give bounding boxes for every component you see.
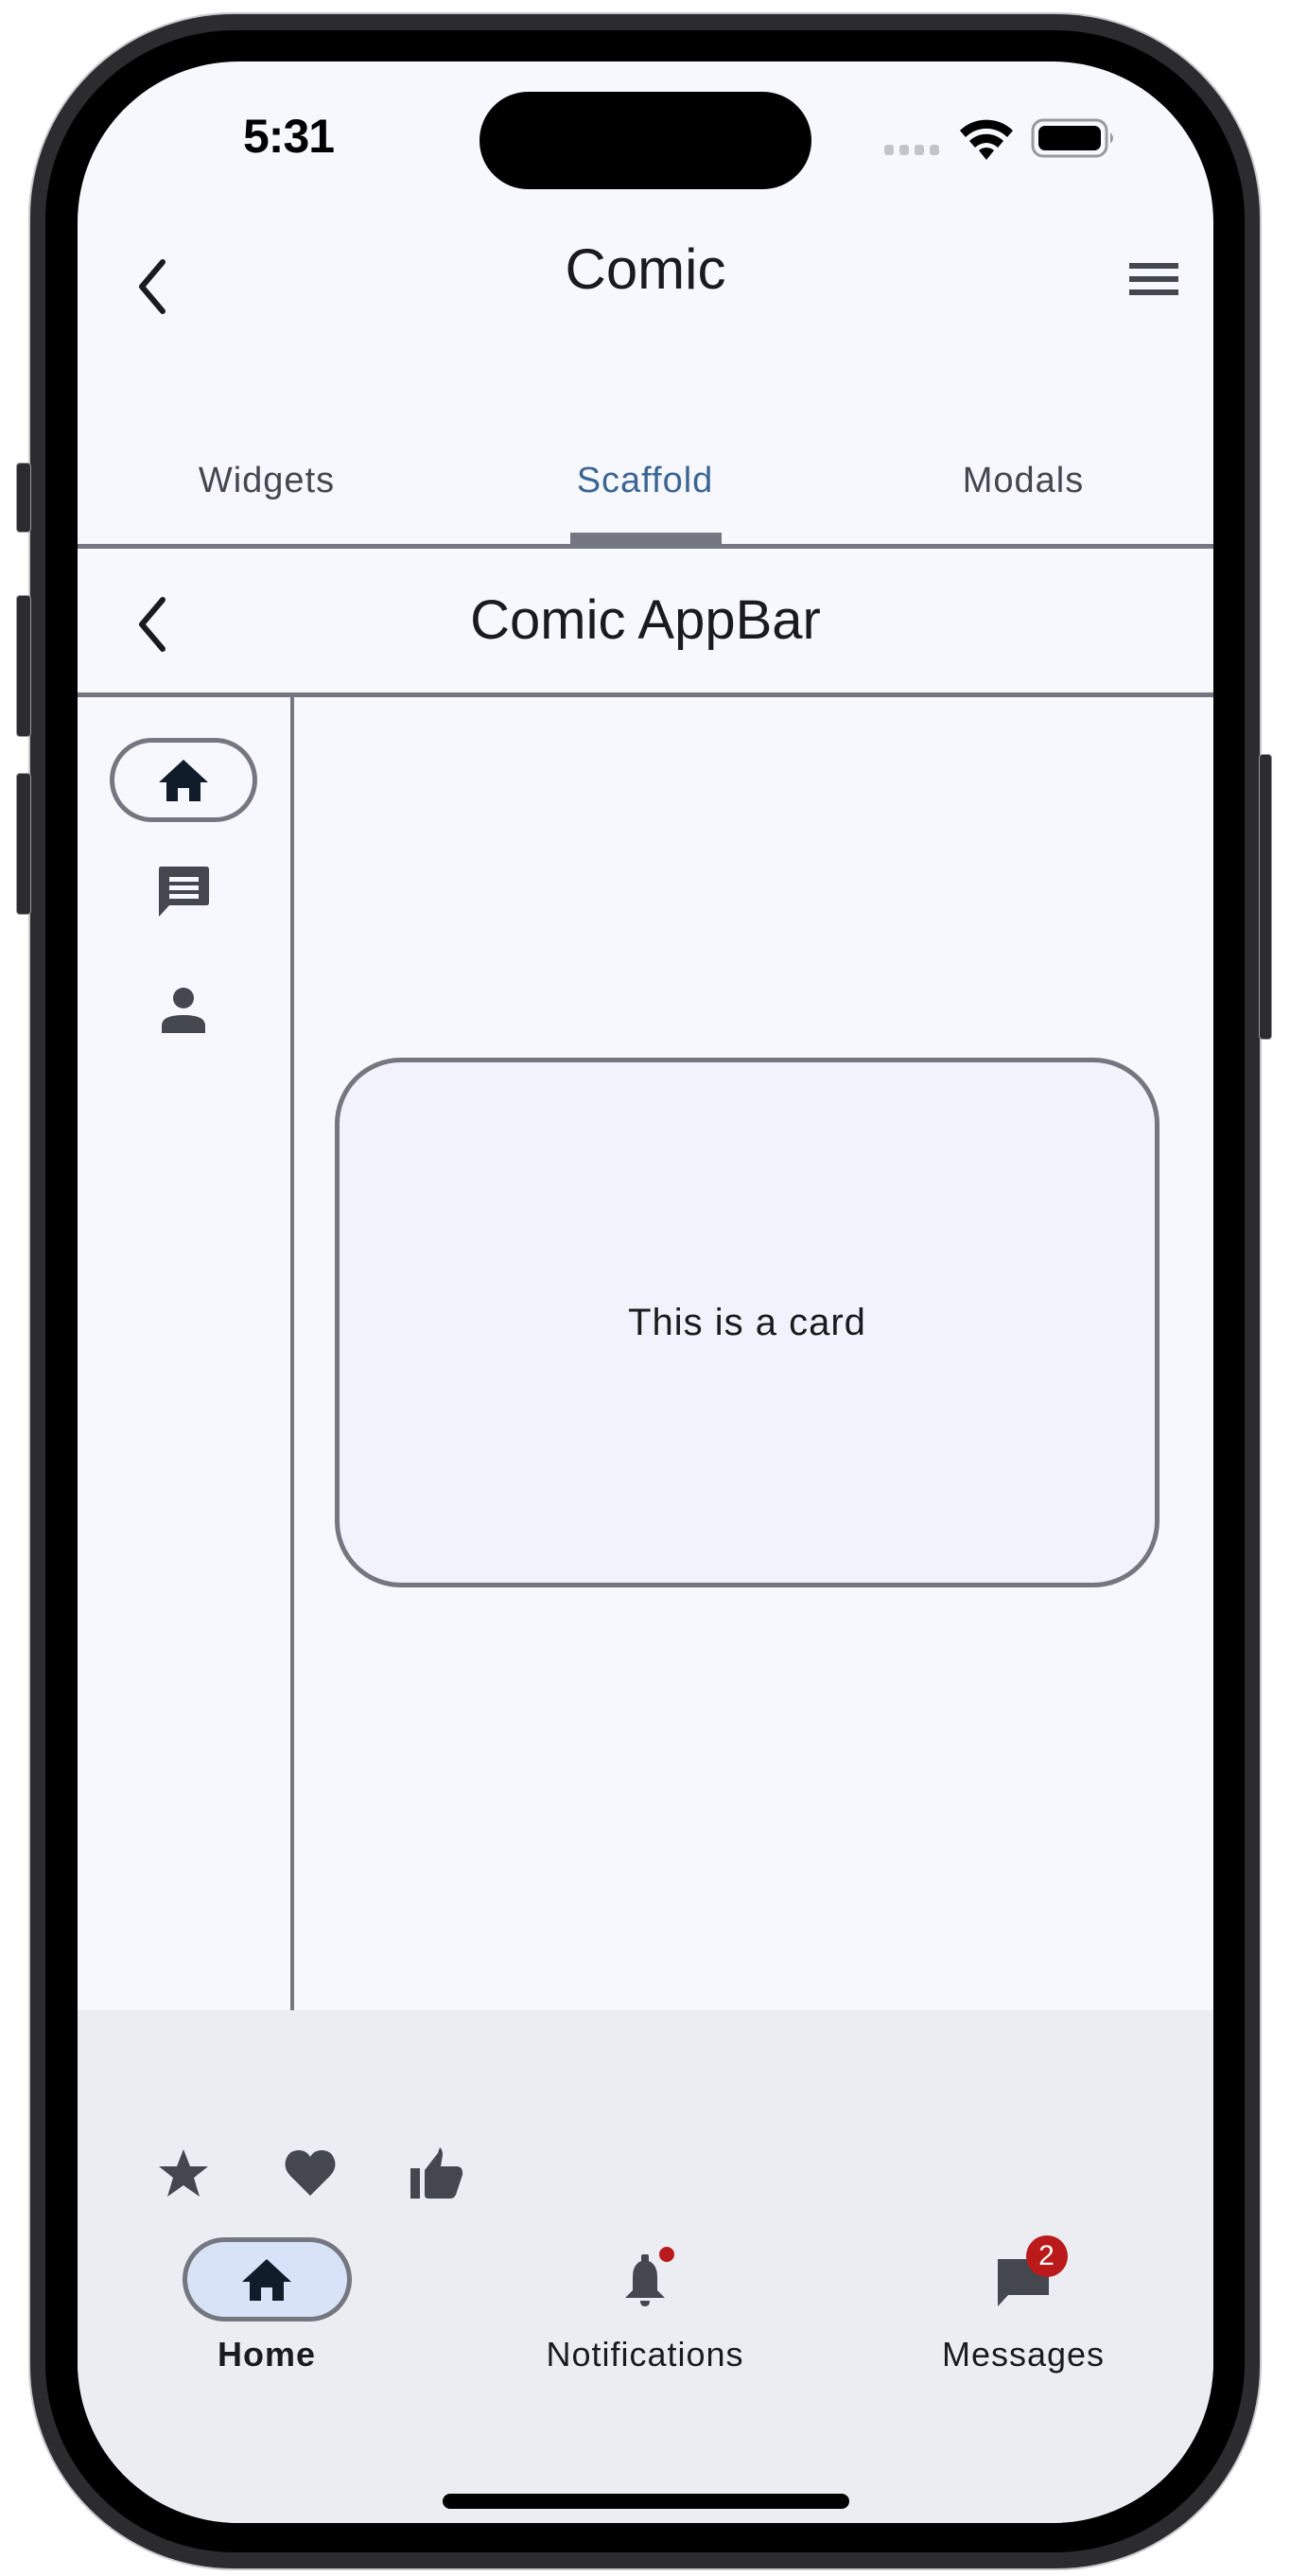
chat-icon [159, 866, 209, 917]
menu-button[interactable] [1124, 255, 1180, 303]
card-text: This is a card [628, 1301, 866, 1343]
inner-app-bar-title: Comic AppBar [470, 589, 821, 651]
home-icon [242, 2258, 291, 2301]
action-row [153, 2143, 467, 2203]
app-title: Comic [565, 237, 726, 301]
tab-indicator [570, 533, 722, 544]
battery-icon [1031, 118, 1113, 158]
tab-modals[interactable]: Modals [834, 461, 1212, 501]
heart-icon [285, 2150, 336, 2196]
rail-item-chat[interactable] [110, 849, 257, 933]
bottom-area: Home Notifications 2 Messages [78, 2010, 1213, 2523]
messages-badge-count: 2 [1025, 2235, 1068, 2277]
status-bar: 5:31 [78, 61, 1213, 203]
card[interactable]: This is a card [335, 1058, 1159, 1587]
navigation-rail [78, 697, 294, 2072]
tab-widgets[interactable]: Widgets [78, 461, 456, 501]
dynamic-island [479, 92, 811, 189]
nav-label-messages: Messages [941, 2335, 1106, 2374]
nav-icon-container: 2 [939, 2235, 1108, 2322]
status-time: 5:31 [243, 110, 335, 163]
inner-app-bar: Comic AppBar [78, 549, 1213, 697]
nav-label-home: Home [217, 2335, 317, 2374]
rail-item-home[interactable] [110, 738, 257, 822]
action-button [17, 464, 30, 532]
heart-button[interactable] [280, 2143, 340, 2203]
bottom-nav-home[interactable]: Home [78, 2237, 456, 2374]
nav-label-notifications: Notifications [546, 2335, 744, 2374]
power-button [1260, 755, 1271, 1039]
notification-badge-dot [658, 2247, 674, 2262]
star-button[interactable] [153, 2143, 214, 2203]
app-bar: Comic [78, 227, 1213, 331]
rail-item-profile[interactable] [110, 967, 257, 1051]
tab-scaffold[interactable]: Scaffold [456, 461, 834, 501]
wifi-icon [960, 119, 1013, 160]
signal-dots-icon [884, 145, 939, 155]
bottom-nav-notifications[interactable]: Notifications [456, 2237, 834, 2374]
screen: 5:31 Comic Widgets Scaffold Modals Comic… [78, 61, 1213, 2523]
bottom-nav-messages[interactable]: 2 Messages [834, 2235, 1212, 2374]
thumb-up-icon [410, 2147, 463, 2199]
volume-up-button [17, 596, 30, 736]
hamburger-menu-icon [1129, 263, 1178, 295]
content-area: This is a card [294, 697, 1213, 2072]
thumb-up-button[interactable] [407, 2143, 467, 2203]
nav-indicator [182, 2237, 352, 2322]
person-icon [162, 987, 205, 1033]
home-indicator[interactable] [443, 2494, 849, 2509]
star-icon [159, 2149, 208, 2197]
home-icon [159, 759, 208, 801]
nav-icon-container [561, 2237, 730, 2322]
volume-down-button [17, 774, 30, 914]
tab-bar: Widgets Scaffold Modals [78, 440, 1213, 549]
